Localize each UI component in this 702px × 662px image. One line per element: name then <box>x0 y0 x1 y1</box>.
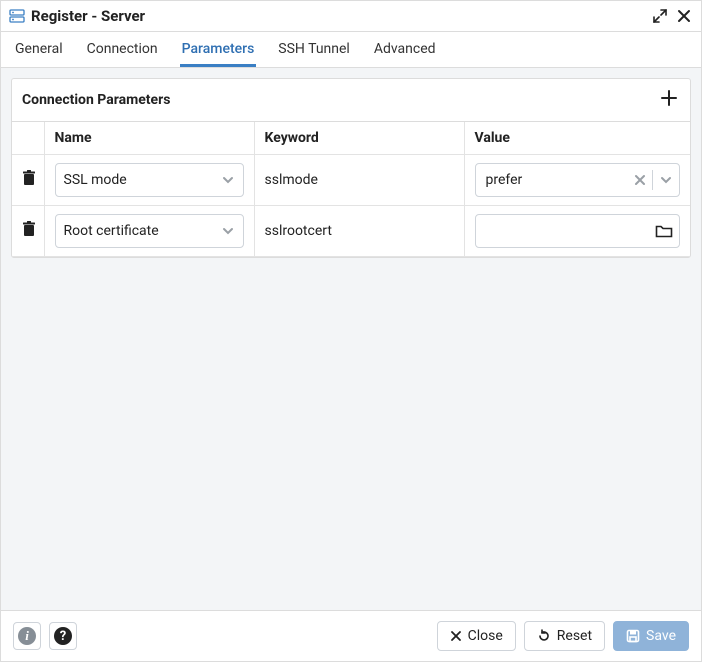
column-header-name: Name <box>44 122 254 155</box>
name-select[interactable]: SSL mode <box>55 163 244 197</box>
column-header-value: Value <box>464 122 690 155</box>
save-icon <box>626 629 640 643</box>
chevron-down-icon <box>221 224 235 238</box>
tab-advanced[interactable]: Advanced <box>372 33 438 66</box>
add-row-button[interactable] <box>658 87 680 113</box>
window-title: Register - Server <box>31 7 145 25</box>
name-select-value: Root certificate <box>64 223 221 239</box>
table-header-row: Name Keyword Value <box>12 122 690 155</box>
reset-button-label: Reset <box>557 628 592 644</box>
tab-parameters[interactable]: Parameters <box>180 33 257 66</box>
value-file-input[interactable] <box>475 214 681 248</box>
save-button-label: Save <box>646 628 676 644</box>
expand-icon[interactable] <box>653 9 667 23</box>
tab-label: Advanced <box>374 41 436 57</box>
tab-label: Parameters <box>182 41 255 57</box>
parameters-table: Name Keyword Value SSL mode <box>12 122 690 257</box>
reset-icon <box>537 629 551 643</box>
tab-label: General <box>15 41 63 57</box>
dialog-body: Connection Parameters Name Keyword Value <box>1 68 701 610</box>
column-header-keyword: Keyword <box>254 122 464 155</box>
close-window-icon[interactable] <box>677 9 691 23</box>
close-button[interactable]: Close <box>437 621 516 651</box>
value-select[interactable]: prefer <box>475 163 681 197</box>
name-select[interactable]: Root certificate <box>55 214 244 248</box>
help-button[interactable]: ? <box>49 622 77 650</box>
keyword-value: sslmode <box>265 172 318 188</box>
keyword-value: sslrootcert <box>265 223 332 239</box>
chevron-down-icon[interactable] <box>659 173 673 187</box>
tab-label: SSH Tunnel <box>278 41 350 57</box>
dialog-footer: i ? Close Reset Save <box>1 610 701 661</box>
tab-bar: General Connection Parameters SSH Tunnel… <box>1 32 701 68</box>
panel-title: Connection Parameters <box>22 92 170 108</box>
save-button[interactable]: Save <box>613 621 689 651</box>
tab-label: Connection <box>87 41 158 57</box>
reset-button[interactable]: Reset <box>524 621 605 651</box>
clear-icon[interactable] <box>634 174 646 186</box>
delete-row-button[interactable] <box>22 221 36 237</box>
divider <box>652 170 653 190</box>
tab-connection[interactable]: Connection <box>85 33 160 66</box>
close-button-label: Close <box>468 628 503 644</box>
server-icon <box>9 8 25 24</box>
info-button[interactable]: i <box>13 622 41 650</box>
connection-parameters-panel: Connection Parameters Name Keyword Value <box>11 78 691 258</box>
tab-general[interactable]: General <box>13 33 65 66</box>
name-select-value: SSL mode <box>64 172 221 188</box>
chevron-down-icon <box>221 173 235 187</box>
title-bar: Register - Server <box>1 1 701 32</box>
close-icon <box>450 630 462 642</box>
delete-row-button[interactable] <box>22 170 36 186</box>
value-select-text: prefer <box>486 172 629 188</box>
table-row: SSL mode sslmode prefer <box>12 155 690 206</box>
tab-ssh-tunnel[interactable]: SSH Tunnel <box>276 33 352 66</box>
info-icon: i <box>18 627 36 645</box>
folder-icon[interactable] <box>655 223 673 239</box>
table-row: Root certificate sslrootcert <box>12 206 690 257</box>
help-icon: ? <box>54 627 72 645</box>
